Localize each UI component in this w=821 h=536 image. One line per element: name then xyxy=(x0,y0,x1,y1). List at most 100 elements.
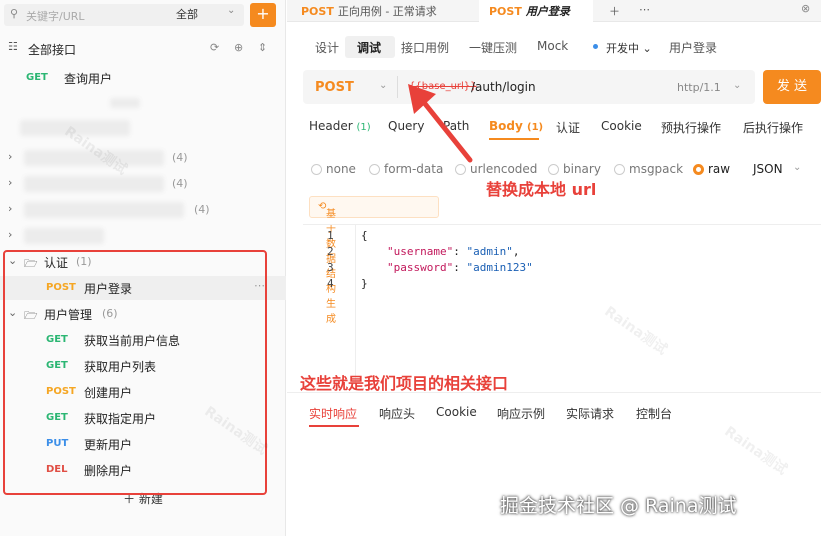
scope-select[interactable]: 全部 xyxy=(176,6,198,22)
environment-select[interactable]: 开发中 ⌄ xyxy=(606,40,652,56)
tree-item[interactable]: DEL 删除用户 xyxy=(0,458,286,482)
tree-item-label: 创建用户 xyxy=(84,386,133,400)
main-panel: POST 正向用例 - 正常请求 POST 用户登录 ＋ ⋯ ⊗ 设计 调试 接口用… xyxy=(287,0,821,536)
url-input[interactable]: POST ⌄ {{base_url}} /auth/login http/1.1… xyxy=(303,70,755,104)
all-api-row[interactable]: ☷ 全部接口 ⟳ ⊕ ⇕ xyxy=(0,36,286,60)
tree-folder-blurred[interactable]: › (4) xyxy=(0,172,286,196)
refresh-icon[interactable]: ⟳ xyxy=(210,41,219,54)
radio-urlencoded[interactable] xyxy=(455,164,466,175)
tab-actual-request[interactable]: 实际请求 xyxy=(566,405,614,422)
blurred-folder-name xyxy=(24,176,164,192)
annotation-arrow-icon xyxy=(408,84,473,163)
tab-response-headers[interactable]: 响应头 xyxy=(379,405,415,422)
method-badge: DEL xyxy=(46,464,68,475)
more-icon[interactable]: ⋯ xyxy=(254,279,265,292)
method-badge: GET xyxy=(46,360,68,371)
tab-cookie[interactable]: Cookie xyxy=(601,119,642,133)
tree-folder-blurred[interactable]: › (4) xyxy=(0,198,286,222)
response-tabs: 实时响应 响应头 Cookie 响应示例 实际请求 控制台 xyxy=(303,403,821,427)
tree-folder-user-management[interactable]: ⌄ 🗁 用户管理 (6) xyxy=(0,302,286,326)
body-format-select[interactable]: JSON xyxy=(753,162,783,176)
tree-folder-auth[interactable]: ⌄ 🗁 认证 (1) xyxy=(0,250,286,274)
tab-live-response[interactable]: 实时响应 xyxy=(309,405,357,422)
radio-label: none xyxy=(326,162,356,176)
folder-count: (4) xyxy=(172,177,188,190)
tab-response-cookie[interactable]: Cookie xyxy=(436,405,477,419)
chevron-down-icon[interactable]: ⌄ xyxy=(793,162,801,173)
tab-test-case[interactable]: POST 正向用例 - 正常请求 xyxy=(301,3,437,19)
code-line: "username": "admin", xyxy=(387,245,520,258)
close-icon[interactable]: ⊗ xyxy=(801,2,810,15)
request-param-tabs: Header (1) Query Path Body (1) 认证 Cookie… xyxy=(287,116,821,140)
new-button[interactable]: ＋ 新建 xyxy=(0,490,286,512)
tab-post-script[interactable]: 后执行操作 xyxy=(743,119,803,136)
tree-item-user-login[interactable]: POST 用户登录 ⋯ xyxy=(0,276,286,300)
method-badge: GET xyxy=(26,72,48,83)
footer-watermark: 掘金技术社区 @ Raina测试 xyxy=(500,495,737,517)
tab-header[interactable]: Header (1) xyxy=(309,119,371,133)
folder-open-icon: 🗁 xyxy=(24,309,38,322)
chevron-down-icon[interactable]: ⌄ xyxy=(379,80,387,91)
more-tabs-icon[interactable]: ⋯ xyxy=(639,3,650,16)
tab-pre-script[interactable]: 预执行操作 xyxy=(661,119,721,136)
folder-label: 用户管理 xyxy=(44,308,93,322)
search-icon: ⚲ xyxy=(10,7,19,20)
search-placeholder: 关键字/URL xyxy=(26,10,85,23)
tree-item[interactable]: GET 获取当前用户信息 xyxy=(0,328,286,352)
tab-debug[interactable]: 调试 xyxy=(357,39,381,56)
radio-label: msgpack xyxy=(629,162,684,176)
code-line: } xyxy=(361,277,368,290)
radio-none[interactable] xyxy=(311,164,322,175)
tree-folder-blurred[interactable]: › (4) xyxy=(0,146,286,170)
tree-item-label: 获取当前用户信息 xyxy=(84,334,181,348)
folder-count: (1) xyxy=(76,255,92,268)
tab-load-test[interactable]: 一键压测 xyxy=(469,39,517,56)
chevron-down-icon: ⌄ xyxy=(8,254,18,267)
radio-form-data[interactable] xyxy=(369,164,380,175)
tree-item[interactable]: GET 获取用户列表 xyxy=(0,354,286,378)
code-line: { xyxy=(361,229,368,242)
radio-binary[interactable] xyxy=(548,164,559,175)
tree-item-label: 查询用户 xyxy=(64,72,113,86)
code-line: "password": "admin123" xyxy=(387,261,533,274)
tree-item-query-user[interactable]: GET 查询用户 xyxy=(0,66,286,90)
sidebar-search-row: ⚲ 关键字/URL 全部 ⌄ + xyxy=(0,0,286,30)
tab-design[interactable]: 设计 xyxy=(315,39,339,56)
tab-test-cases[interactable]: 接口用例 xyxy=(401,39,449,56)
tree-item[interactable]: POST 创建用户 xyxy=(0,380,286,404)
tree-item-label: 获取用户列表 xyxy=(84,360,157,374)
add-button[interactable]: + xyxy=(250,3,276,27)
method-badge: GET xyxy=(46,412,68,423)
chevron-down-icon[interactable]: ⌄ xyxy=(227,5,235,16)
all-api-label: 全部接口 xyxy=(28,43,77,57)
folder-open-icon: 🗁 xyxy=(24,257,38,270)
generate-from-schema-button[interactable]: ⟲ 基于数据结构生成 xyxy=(309,196,439,325)
radio-msgpack[interactable] xyxy=(614,164,625,175)
send-button[interactable]: 发 送 xyxy=(763,70,821,104)
search-input[interactable]: ⚲ 关键字/URL xyxy=(4,4,244,26)
tree-folder-blurred[interactable]: › xyxy=(0,224,286,248)
http-version-select[interactable]: http/1.1 xyxy=(677,81,721,94)
tab-mock[interactable]: Mock xyxy=(537,39,568,53)
request-tabs-bar: POST 正向用例 - 正常请求 POST 用户登录 ＋ ⋯ ⊗ xyxy=(287,0,821,22)
tab-body[interactable]: Body (1) xyxy=(489,119,543,133)
method-select[interactable]: POST xyxy=(315,80,354,95)
blurred-folder-name xyxy=(24,202,184,218)
radio-label: raw xyxy=(708,162,731,176)
tab-response-example[interactable]: 响应示例 xyxy=(497,405,545,422)
tab-user-login[interactable]: POST 用户登录 xyxy=(489,3,570,19)
new-tab-icon[interactable]: ＋ xyxy=(609,3,620,19)
chevron-right-icon: › xyxy=(8,150,13,163)
api-name: 用户登录 xyxy=(669,41,718,55)
expand-collapse-icon[interactable]: ⇕ xyxy=(258,41,267,54)
tab-auth[interactable]: 认证 xyxy=(556,119,580,136)
chevron-down-icon[interactable]: ⌄ xyxy=(733,80,741,91)
annotation-replace-url: 替换成本地 url xyxy=(486,180,597,199)
annotation-related-apis: 这些就是我们项目的相关接口 xyxy=(300,374,509,393)
tab-console[interactable]: 控制台 xyxy=(636,405,672,422)
radio-label: form-data xyxy=(384,162,444,176)
code-editor[interactable]: 1 2 3 4 { "username": "admin", "password… xyxy=(303,224,821,385)
radio-raw[interactable] xyxy=(693,164,704,175)
locate-icon[interactable]: ⊕ xyxy=(234,41,243,54)
radio-label: binary xyxy=(563,162,601,176)
